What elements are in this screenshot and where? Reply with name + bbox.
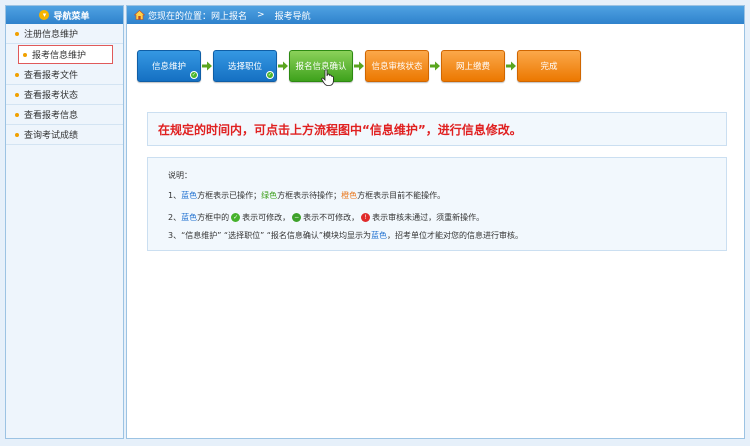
step-label: 完成 [540,62,558,72]
orange-word: 橙色 [341,191,358,200]
line-text: 方框表示目前不能操作。 [357,191,446,200]
bullet-icon [15,73,19,77]
sidebar-item-application-status[interactable]: 查看报考状态 [6,85,123,105]
line-text: 方框表示已操作； [197,191,262,200]
step-label: 网上缴费 [455,62,490,72]
breadcrumb: 您现在的位置：网上报名 > 报考导航 [127,6,744,24]
check-icon: ✓ [190,71,198,79]
arrow-right-icon [278,61,288,71]
arrow-right-icon [430,61,440,71]
sidebar-item-application-files[interactable]: 查看报考文件 [6,65,123,85]
sidebar: ▾ 导航菜单 注册信息维护 报考信息维护 查看报考文件 查看报考状态 查看报考信… [5,5,124,439]
error-icon: ! [361,213,371,222]
bullet-icon [15,133,19,137]
line-number: 2、 [168,213,182,222]
line-text: 表示不可修改， [303,213,360,222]
explanation-title: 说明： [168,171,192,180]
sidebar-item-register-info[interactable]: 注册信息维护 [6,24,123,44]
sidebar-item-label: 查看报考状态 [24,91,79,101]
explanation-line-1: 1、 蓝色 方框表示已操作； 绿色 方框表示待操作； 橙色 方框表示目前不能操作… [168,190,445,201]
breadcrumb-separator: > [257,10,265,20]
hand-cursor-icon [321,69,334,86]
step-label: 信息维护 [151,62,186,72]
line-text: 方框中的 [197,213,230,222]
bullet-icon [23,53,27,57]
notice-message: 在规定的时间内，可点击上方流程图中“信息维护”，进行信息修改。 [147,112,727,146]
arrow-right-icon [202,61,212,71]
line-text: 表示审核未通过，须重新操作。 [372,213,485,222]
blue-word: 蓝色 [181,191,198,200]
sidebar-item-label: 报考信息维护 [32,51,87,61]
check-icon: ✓ [266,71,274,79]
line-text: “信息维护” “选择职位” “报名信息确认”模块均显示为 [181,231,372,240]
menu-icon: ▾ [39,10,50,20]
step-label: 信息审核状态 [371,62,423,72]
sidebar-item-application-info[interactable]: 报考信息维护 [18,45,113,64]
breadcrumb-current: 报考导航 [274,11,311,22]
editable-check-icon: ✓ [231,213,241,222]
arrow-right-icon [506,61,516,71]
line-number: 3、 [168,231,182,240]
sidebar-item-label: 查询考试成绩 [24,131,79,141]
process-flow: 信息维护 ✓ 选择职位 ✓ 报名信息确认 信息审核状态 网上缴费 完成 [137,50,581,86]
line-text: 方框表示待操作； [277,191,342,200]
bullet-icon [15,93,19,97]
explanation-line-3: 3、 “信息维护” “选择职位” “报名信息确认”模块均显示为 蓝色 ，招考单位… [168,230,523,241]
line-number: 1、 [168,191,182,200]
explanation-panel: 说明： 1、 蓝色 方框表示已操作； 绿色 方框表示待操作； 橙色 方框表示目前… [147,157,727,251]
step-select-position[interactable]: 选择职位 ✓ [213,50,277,82]
line-text: 表示可修改， [242,213,291,222]
step-info-maintenance[interactable]: 信息维护 ✓ [137,50,201,82]
arrow-right-icon [354,61,364,71]
line-text: ，招考单位才能对您的信息进行审核。 [387,231,524,240]
sidebar-item-view-info[interactable]: 查看报考信息 [6,105,123,125]
blue-word: 蓝色 [181,213,198,222]
bullet-icon [15,113,19,117]
step-confirm-registration[interactable]: 报名信息确认 [289,50,353,86]
sidebar-item-label: 注册信息维护 [24,30,79,40]
green-word: 绿色 [261,191,278,200]
notice-text: 在规定的时间内，可点击上方流程图中“信息维护”，进行信息修改。 [158,122,522,137]
step-label: 选择职位 [227,62,262,72]
step-complete: 完成 [517,50,581,82]
sidebar-item-exam-scores[interactable]: 查询考试成绩 [6,125,123,145]
blue-word: 蓝色 [371,231,388,240]
sidebar-title: 导航菜单 [53,11,90,22]
step-online-payment: 网上缴费 [441,50,505,82]
sidebar-item-label: 查看报考信息 [24,111,79,121]
sidebar-item-label: 查看报考文件 [24,71,79,81]
explanation-line-2: 2、 蓝色 方框中的 ✓ 表示可修改， − 表示不可修改， ! 表示审核未通过，… [168,212,484,223]
home-icon [134,10,145,20]
locked-icon: − [292,213,302,222]
sidebar-header: ▾ 导航菜单 [6,6,123,24]
step-review-status: 信息审核状态 [365,50,429,82]
main-panel: 您现在的位置：网上报名 > 报考导航 信息维护 ✓ 选择职位 ✓ 报名信息确认 [126,5,745,439]
breadcrumb-prefix[interactable]: 您现在的位置：网上报名 [148,9,247,22]
bullet-icon [15,32,19,36]
